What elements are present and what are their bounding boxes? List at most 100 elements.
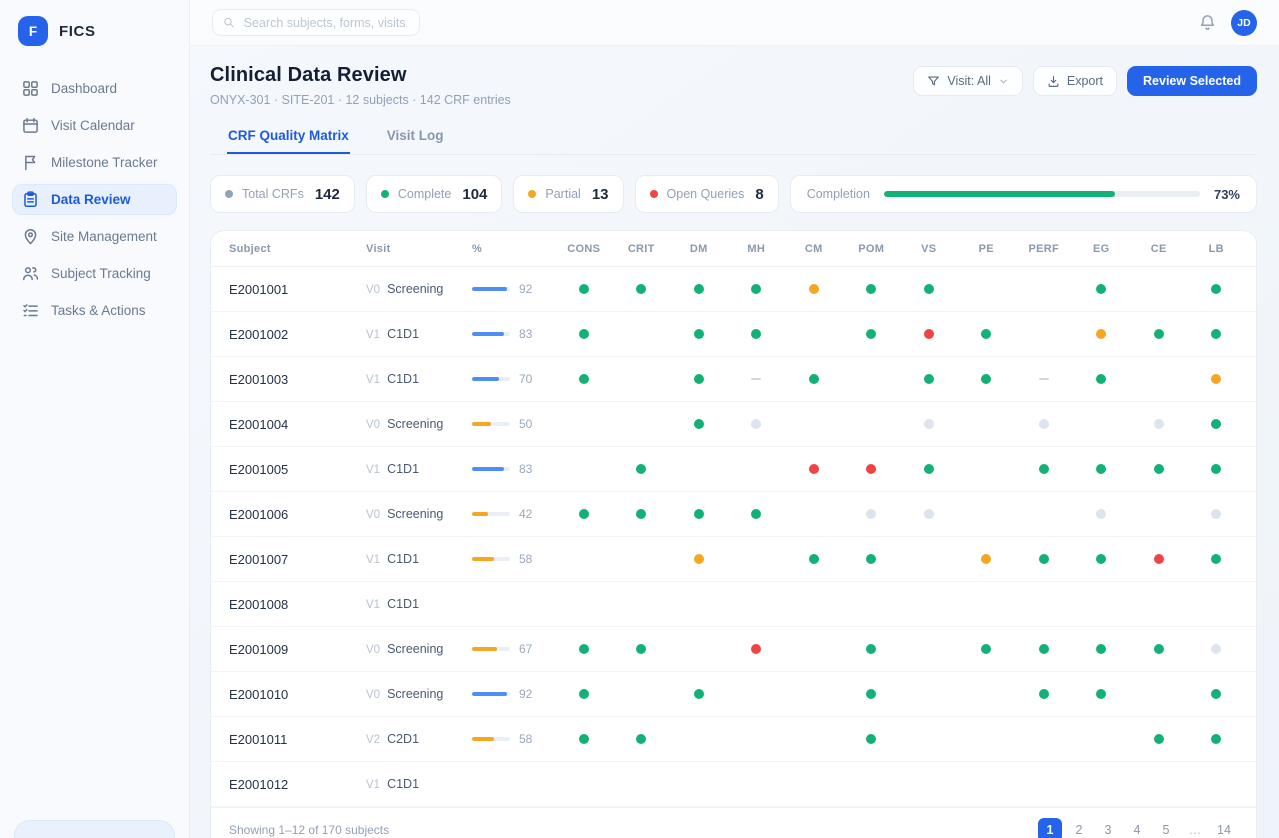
complete-dot[interactable]: [981, 644, 991, 654]
pending-dot[interactable]: [751, 419, 761, 429]
complete-dot[interactable]: [751, 284, 761, 294]
search-field[interactable]: [242, 15, 409, 31]
query-dot[interactable]: [1154, 554, 1164, 564]
complete-dot[interactable]: [751, 509, 761, 519]
table-row[interactable]: E2001010V0Screening92: [211, 672, 1256, 717]
complete-dot[interactable]: [579, 734, 589, 744]
partial-dot[interactable]: [981, 554, 991, 564]
sidebar-item-tasks-actions[interactable]: Tasks & Actions: [12, 295, 177, 326]
complete-dot[interactable]: [981, 329, 991, 339]
complete-dot[interactable]: [866, 554, 876, 564]
complete-dot[interactable]: [579, 329, 589, 339]
complete-dot[interactable]: [1039, 689, 1049, 699]
complete-dot[interactable]: [1154, 644, 1164, 654]
complete-dot[interactable]: [1039, 554, 1049, 564]
table-row[interactable]: E2001001V0Screening92: [211, 267, 1256, 312]
sidebar-item-data-review[interactable]: Data Review: [12, 184, 177, 215]
complete-dot[interactable]: [866, 284, 876, 294]
table-row[interactable]: E2001009V0Screening67: [211, 627, 1256, 672]
table-row[interactable]: E2001005V1C1D183: [211, 447, 1256, 492]
partial-dot[interactable]: [809, 284, 819, 294]
table-row[interactable]: E2001002V1C1D183: [211, 312, 1256, 357]
export-button[interactable]: Export: [1033, 66, 1117, 96]
complete-dot[interactable]: [1211, 419, 1221, 429]
sidebar-item-milestone-tracker[interactable]: Milestone Tracker: [12, 147, 177, 178]
pending-dot[interactable]: [1096, 509, 1106, 519]
complete-dot[interactable]: [636, 509, 646, 519]
query-dot[interactable]: [751, 644, 761, 654]
complete-dot[interactable]: [1039, 644, 1049, 654]
complete-dot[interactable]: [1211, 734, 1221, 744]
complete-dot[interactable]: [694, 284, 704, 294]
complete-dot[interactable]: [1154, 464, 1164, 474]
complete-dot[interactable]: [866, 734, 876, 744]
sidebar-bottom-card[interactable]: [14, 820, 175, 838]
complete-dot[interactable]: [866, 644, 876, 654]
complete-dot[interactable]: [1211, 554, 1221, 564]
complete-dot[interactable]: [1154, 329, 1164, 339]
partial-dot[interactable]: [1211, 374, 1221, 384]
table-row[interactable]: E2001008V1C1D1: [211, 582, 1256, 627]
complete-dot[interactable]: [1096, 689, 1106, 699]
tab-visit-log[interactable]: Visit Log: [386, 128, 445, 154]
complete-dot[interactable]: [751, 329, 761, 339]
complete-dot[interactable]: [1096, 554, 1106, 564]
query-dot[interactable]: [924, 329, 934, 339]
pending-dot[interactable]: [1039, 419, 1049, 429]
review-selected-button[interactable]: Review Selected: [1127, 66, 1257, 96]
pagination-page-3[interactable]: 3: [1096, 818, 1120, 838]
complete-dot[interactable]: [1096, 284, 1106, 294]
complete-dot[interactable]: [579, 689, 589, 699]
sidebar-item-visit-calendar[interactable]: Visit Calendar: [12, 110, 177, 141]
table-row[interactable]: E2001011V2C2D158: [211, 717, 1256, 762]
complete-dot[interactable]: [1211, 329, 1221, 339]
complete-dot[interactable]: [694, 509, 704, 519]
complete-dot[interactable]: [809, 374, 819, 384]
pending-dot[interactable]: [1154, 419, 1164, 429]
partial-dot[interactable]: [694, 554, 704, 564]
complete-dot[interactable]: [809, 554, 819, 564]
complete-dot[interactable]: [579, 509, 589, 519]
table-row[interactable]: E2001003V1C1D170: [211, 357, 1256, 402]
table-row[interactable]: E2001007V1C1D158: [211, 537, 1256, 582]
search-input[interactable]: [212, 9, 420, 36]
complete-dot[interactable]: [1096, 644, 1106, 654]
complete-dot[interactable]: [579, 644, 589, 654]
complete-dot[interactable]: [694, 419, 704, 429]
complete-dot[interactable]: [636, 734, 646, 744]
complete-dot[interactable]: [694, 374, 704, 384]
complete-dot[interactable]: [579, 284, 589, 294]
sidebar-item-dashboard[interactable]: Dashboard: [12, 73, 177, 104]
visit-filter-button[interactable]: Visit: All: [913, 66, 1023, 96]
complete-dot[interactable]: [1154, 734, 1164, 744]
complete-dot[interactable]: [866, 689, 876, 699]
complete-dot[interactable]: [1096, 374, 1106, 384]
complete-dot[interactable]: [1039, 464, 1049, 474]
complete-dot[interactable]: [866, 329, 876, 339]
query-dot[interactable]: [866, 464, 876, 474]
complete-dot[interactable]: [924, 284, 934, 294]
complete-dot[interactable]: [981, 374, 991, 384]
table-row[interactable]: E2001012V1C1D1: [211, 762, 1256, 807]
complete-dot[interactable]: [924, 464, 934, 474]
pending-dot[interactable]: [866, 509, 876, 519]
complete-dot[interactable]: [1211, 284, 1221, 294]
bell-icon[interactable]: [1199, 14, 1216, 31]
complete-dot[interactable]: [1211, 689, 1221, 699]
pagination-page-4[interactable]: 4: [1125, 818, 1149, 838]
pagination-page-5[interactable]: 5: [1154, 818, 1178, 838]
partial-dot[interactable]: [1096, 329, 1106, 339]
pending-dot[interactable]: [924, 509, 934, 519]
complete-dot[interactable]: [1211, 464, 1221, 474]
pending-dot[interactable]: [1211, 644, 1221, 654]
pending-dot[interactable]: [1211, 509, 1221, 519]
complete-dot[interactable]: [636, 464, 646, 474]
table-row[interactable]: E2001004V0Screening50: [211, 402, 1256, 447]
complete-dot[interactable]: [579, 374, 589, 384]
pending-dot[interactable]: [924, 419, 934, 429]
table-row[interactable]: E2001006V0Screening42: [211, 492, 1256, 537]
pagination-page-2[interactable]: 2: [1067, 818, 1091, 838]
query-dot[interactable]: [809, 464, 819, 474]
complete-dot[interactable]: [694, 689, 704, 699]
pagination-page-14[interactable]: 14: [1212, 818, 1236, 838]
